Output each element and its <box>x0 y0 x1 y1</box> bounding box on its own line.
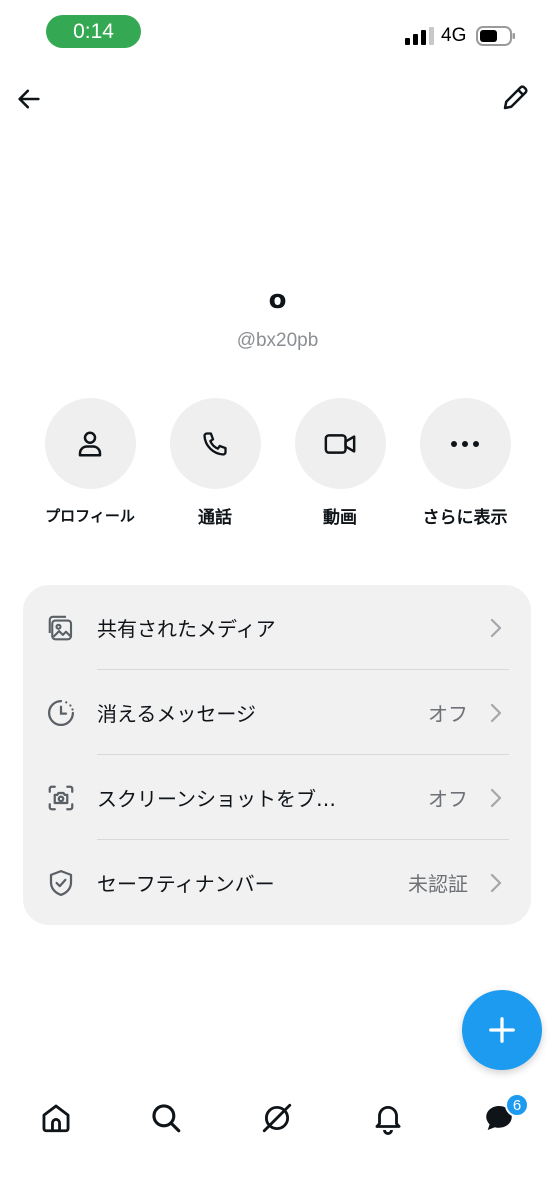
status-bar: 0:14 4G <box>0 0 555 64</box>
profile-handle: @bx20pb <box>236 330 319 351</box>
grok-icon <box>262 1103 292 1133</box>
video-button[interactable]: 動画 <box>275 398 405 528</box>
arrow-left-icon <box>18 89 40 109</box>
settings-row-safety-number[interactable]: セーフティナンバー 未認証 <box>23 840 531 925</box>
profile-name: o <box>268 285 287 315</box>
nav-notifications[interactable] <box>365 1095 411 1141</box>
settings-row-value: オフ <box>428 702 468 726</box>
phone-icon <box>203 431 227 456</box>
chevron-right-icon <box>490 703 502 722</box>
timer-icon <box>45 697 77 729</box>
settings-row-disappearing-messages[interactable]: 消えるメッセージ オフ <box>23 670 531 755</box>
home-icon <box>42 1104 70 1133</box>
profile-button-circle[interactable] <box>44 398 136 489</box>
settings-row-label: セーフティナンバー <box>97 872 275 896</box>
settings-row-value: オフ <box>428 787 468 811</box>
video-button-circle[interactable] <box>294 398 386 489</box>
settings-row-block-screenshots[interactable]: スクリーンショットをブ… オフ <box>23 755 531 840</box>
action-buttons: プロフィール 通話 動画 さらに表示 <box>25 398 530 528</box>
settings-row-shared-media[interactable]: 共有されたメディア <box>23 585 531 670</box>
status-time: 0:14 <box>46 15 141 48</box>
messages-badge: 6 <box>505 1093 529 1117</box>
signal-strength-icon <box>405 27 434 45</box>
settings-card: 共有されたメディア 消えるメッセージ オフ スクリーンショットをブ… オフ セー… <box>23 585 531 925</box>
settings-row-label: スクリーンショットをブ… <box>97 787 336 811</box>
person-icon <box>78 431 102 456</box>
chevron-right-icon <box>490 788 502 807</box>
pencil-icon <box>503 85 528 110</box>
network-type: 4G <box>441 25 467 46</box>
call-button-label: 通話 <box>198 508 232 528</box>
new-message-fab[interactable] <box>462 990 542 1070</box>
settings-row-label: 共有されたメディア <box>97 617 276 641</box>
bell-icon <box>375 1106 401 1135</box>
shield-icon <box>45 867 77 899</box>
profile-button-label: プロフィール <box>45 507 135 525</box>
bottom-nav <box>0 1085 555 1150</box>
video-icon <box>324 433 356 454</box>
more-button-circle[interactable] <box>419 398 511 489</box>
nav-search[interactable] <box>143 1095 189 1141</box>
nav-grok[interactable] <box>254 1095 300 1141</box>
back-button[interactable] <box>12 82 46 116</box>
media-icon <box>45 612 77 644</box>
more-button[interactable]: さらに表示 <box>400 398 530 528</box>
settings-row-value: 未認証 <box>408 872 468 896</box>
battery-icon <box>476 26 515 46</box>
call-button-circle[interactable] <box>169 398 261 489</box>
more-button-label: さらに表示 <box>422 508 508 528</box>
search-icon <box>152 1104 181 1133</box>
plus-icon <box>489 1017 515 1043</box>
edit-button[interactable] <box>497 80 533 116</box>
chevron-right-icon <box>490 873 502 892</box>
profile-button[interactable]: プロフィール <box>25 398 155 526</box>
screenshot-icon <box>45 782 77 814</box>
settings-row-label: 消えるメッセージ <box>97 702 256 726</box>
video-button-label: 動画 <box>323 508 357 528</box>
nav-home[interactable] <box>33 1095 79 1141</box>
more-icon <box>451 440 479 447</box>
chevron-right-icon <box>490 618 502 637</box>
call-button[interactable]: 通話 <box>150 398 280 528</box>
